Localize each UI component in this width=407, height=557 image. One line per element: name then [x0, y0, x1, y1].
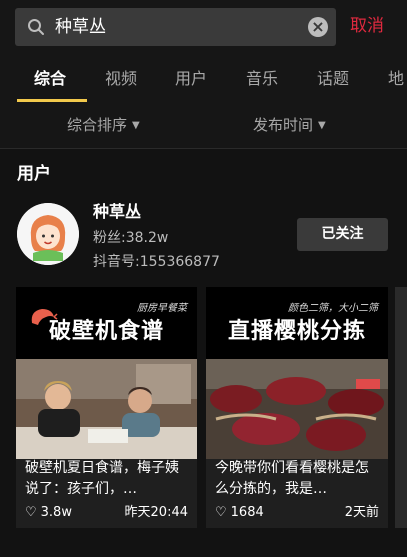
tab-music[interactable]: 音乐 — [246, 68, 278, 90]
sort-dropdown[interactable]: 综合排序 ▼ — [67, 114, 140, 137]
video-description: 今晚带你们看看樱桃是怎么分拣的，我是… — [215, 460, 369, 497]
tab-comprehensive[interactable]: 综合 — [34, 68, 66, 90]
sort-label: 综合排序 — [67, 116, 128, 134]
avatar[interactable] — [17, 203, 79, 265]
time-label: 发布时间 — [253, 116, 314, 134]
caret-down-icon: ▼ — [318, 120, 326, 131]
video-card-partial[interactable] — [395, 287, 407, 528]
video-time: 2天前 — [344, 505, 379, 520]
users-section-title: 用户 — [17, 164, 51, 184]
avatar-illustration — [17, 203, 79, 265]
video-likes: ♡ 3.8w — [25, 504, 72, 522]
search-query: 种草丛 — [55, 17, 106, 37]
heart-icon: ♡ — [215, 505, 227, 520]
video-thumbnail: 厨房早餐菜 破壁机食谱 — [16, 287, 197, 459]
likes-count: 1684 — [230, 505, 264, 520]
search-icon — [28, 19, 44, 35]
search-bar: 种草丛 × 取消 — [0, 0, 407, 55]
clear-icon[interactable]: × — [308, 17, 328, 37]
video-time: 昨天20:44 — [124, 505, 188, 520]
video-description: 破壁机夏日食谱，梅子姨说了：孩子们，… — [25, 460, 179, 497]
tab-location[interactable]: 地 — [388, 68, 404, 90]
video-subtitle: 颜色二筛，大小二筛 — [288, 303, 378, 314]
user-name[interactable]: 种草丛 — [93, 201, 141, 223]
video-card[interactable]: 颜色二筛，大小二筛 直播樱桃分拣 今晚带你们看看樱桃是怎么分拣的，我是… ♡ 16… — [206, 287, 388, 528]
time-dropdown[interactable]: 发布时间 ▼ — [253, 114, 326, 137]
caret-down-icon: ▼ — [132, 120, 140, 131]
user-account-id: 抖音号:155366877 — [93, 254, 220, 270]
video-likes: ♡ 1684 — [215, 504, 264, 522]
tab-topics[interactable]: 话题 — [317, 68, 349, 90]
heart-icon: ♡ — [25, 505, 37, 520]
video-photo — [206, 359, 388, 459]
likes-count: 3.8w — [40, 505, 72, 520]
video-photo — [16, 359, 197, 459]
search-input[interactable]: 种草丛 × — [15, 8, 336, 46]
tab-videos[interactable]: 视频 — [105, 68, 137, 90]
tab-users[interactable]: 用户 — [175, 68, 207, 90]
video-headline: 直播樱桃分拣 — [227, 319, 366, 344]
video-card[interactable]: 厨房早餐菜 破壁机食谱 破壁机夏日食谱，梅子姨说了：孩子们，… ♡ 3.8w 昨天… — [16, 287, 197, 528]
video-headline: 破壁机食谱 — [48, 319, 164, 344]
video-subtitle: 厨房早餐菜 — [137, 303, 187, 314]
video-thumbnail: 颜色二筛，大小二筛 直播樱桃分拣 — [206, 287, 388, 459]
cancel-button[interactable]: 取消 — [350, 15, 384, 37]
filter-bar: 综合排序 ▼ 发布时间 ▼ — [0, 102, 407, 149]
user-fans-count: 粉丝:38.2w — [93, 230, 169, 246]
result-tabs: 综合 视频 用户 音乐 话题 地 — [0, 55, 407, 102]
follow-button[interactable]: 已关注 — [297, 218, 388, 251]
